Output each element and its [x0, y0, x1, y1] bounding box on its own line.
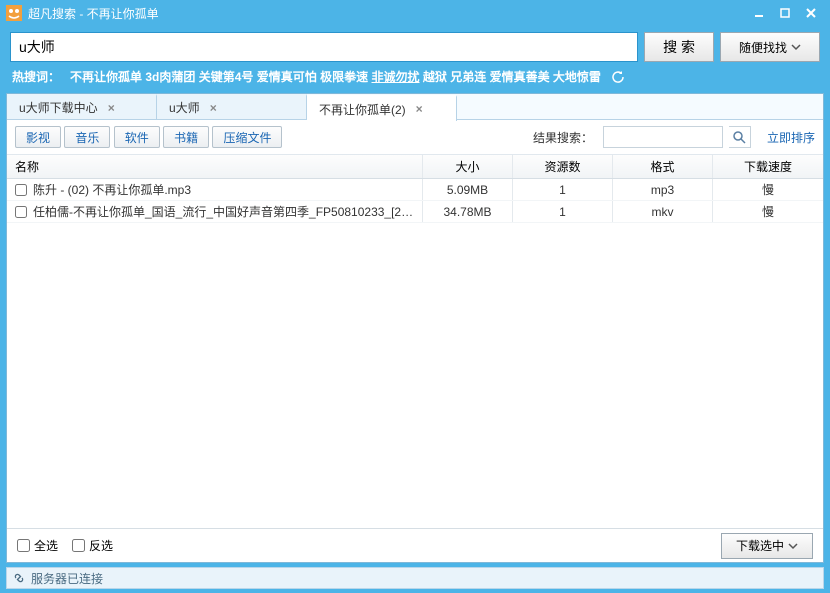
hot-keyword[interactable]: 关键第4号 [199, 70, 254, 84]
select-all-checkbox[interactable]: 全选 [17, 537, 58, 554]
download-speed: 慢 [713, 179, 823, 200]
resource-count: 1 [513, 179, 613, 200]
file-format: mp3 [613, 179, 713, 200]
table-header: 名称 大小 资源数 格式 下载速度 [7, 155, 823, 179]
tab-close-icon[interactable]: × [108, 101, 115, 115]
hot-keyword[interactable]: 爱情真可怕 [257, 70, 317, 84]
chevron-down-icon [788, 541, 798, 551]
file-format: mkv [613, 201, 713, 222]
table-body: 陈升 - (02) 不再让你孤单.mp35.09MB1mp3慢任柏儒-不再让你孤… [7, 179, 823, 528]
tab-label: u大师下载中心 [19, 99, 98, 116]
maximize-button[interactable] [772, 3, 798, 23]
row-checkbox[interactable] [15, 184, 27, 196]
hot-keywords-row: 热搜词： 不再让你孤单 3d肉蒲团 关键第4号 爱情真可怕 极限拳速 非诚勿扰 … [0, 66, 830, 93]
hot-keyword[interactable]: 兄弟连 [450, 70, 486, 84]
titlebar: 超凡搜索 - 不再让你孤单 [0, 0, 830, 26]
download-selected-label: 下载选中 [736, 537, 784, 554]
download-selected-button[interactable]: 下载选中 [721, 533, 813, 559]
link-icon [13, 572, 25, 584]
col-size[interactable]: 大小 [423, 155, 513, 178]
filter-button[interactable]: 影视 [15, 126, 61, 148]
search-icon [732, 130, 746, 144]
hot-keyword[interactable]: 爱情真善美 [490, 70, 550, 84]
tab-close-icon[interactable]: × [416, 102, 423, 116]
tab-bar: u大师下载中心 × u大师 × 不再让你孤单(2) × [7, 94, 823, 120]
col-resources[interactable]: 资源数 [513, 155, 613, 178]
invert-selection-checkbox[interactable]: 反选 [72, 537, 113, 554]
search-input[interactable] [10, 32, 638, 62]
download-speed: 慢 [713, 201, 823, 222]
hot-keyword[interactable]: 3d肉蒲团 [145, 70, 195, 84]
hot-keyword[interactable]: 极限拳速 [320, 70, 368, 84]
close-button[interactable] [798, 3, 824, 23]
refresh-icon[interactable] [611, 70, 625, 84]
tab[interactable]: 不再让你孤单(2) × [307, 95, 457, 121]
filter-button[interactable]: 书籍 [163, 126, 209, 148]
filter-button[interactable]: 压缩文件 [212, 126, 282, 148]
file-name: 任柏儒-不再让你孤单_国语_流行_中国好声音第四季_FP50810233_[28… [33, 203, 414, 220]
result-filter-label: 结果搜索： [533, 129, 593, 146]
tab[interactable]: u大师 × [157, 94, 307, 119]
hot-keyword[interactable]: 不再让你孤单 [70, 70, 142, 84]
search-button[interactable]: 搜 索 [644, 32, 714, 62]
result-filter-search-button[interactable] [729, 126, 751, 148]
row-checkbox[interactable] [15, 206, 27, 218]
col-speed[interactable]: 下载速度 [713, 155, 823, 178]
table-row[interactable]: 陈升 - (02) 不再让你孤单.mp3 5.09MB1mp3慢 [7, 179, 823, 201]
hot-keyword[interactable]: 大地惊雷 [553, 70, 601, 84]
sort-link[interactable]: 立即排序 [767, 129, 815, 146]
status-text: 服务器已连接 [31, 570, 103, 587]
status-bar: 服务器已连接 [6, 567, 824, 589]
tab[interactable]: u大师下载中心 × [7, 94, 157, 119]
hot-keyword[interactable]: 越狱 [423, 70, 447, 84]
minimize-button[interactable] [746, 3, 772, 23]
tab-label: 不再让你孤单(2) [319, 101, 406, 118]
tab-label: u大师 [169, 99, 200, 116]
col-name[interactable]: 名称 [7, 155, 423, 178]
result-filter-input[interactable] [603, 126, 723, 148]
col-format[interactable]: 格式 [613, 155, 713, 178]
filter-button[interactable]: 软件 [114, 126, 160, 148]
resource-count: 1 [513, 201, 613, 222]
app-logo-icon [6, 5, 22, 21]
file-size: 34.78MB [423, 201, 513, 222]
table-row[interactable]: 任柏儒-不再让你孤单_国语_流行_中国好声音第四季_FP50810233_[28… [7, 201, 823, 223]
random-search-label: 随便找找 [739, 39, 787, 56]
file-name: 陈升 - (02) 不再让你孤单.mp3 [33, 181, 191, 198]
tab-close-icon[interactable]: × [210, 101, 217, 115]
hot-label: 热搜词： [12, 68, 60, 85]
hot-keyword[interactable]: 非诚勿扰 [371, 70, 419, 84]
random-search-button[interactable]: 随便找找 [720, 32, 820, 62]
chevron-down-icon [791, 42, 801, 52]
filter-button[interactable]: 音乐 [64, 126, 110, 148]
window-title: 超凡搜索 - 不再让你孤单 [28, 5, 746, 22]
file-size: 5.09MB [423, 179, 513, 200]
